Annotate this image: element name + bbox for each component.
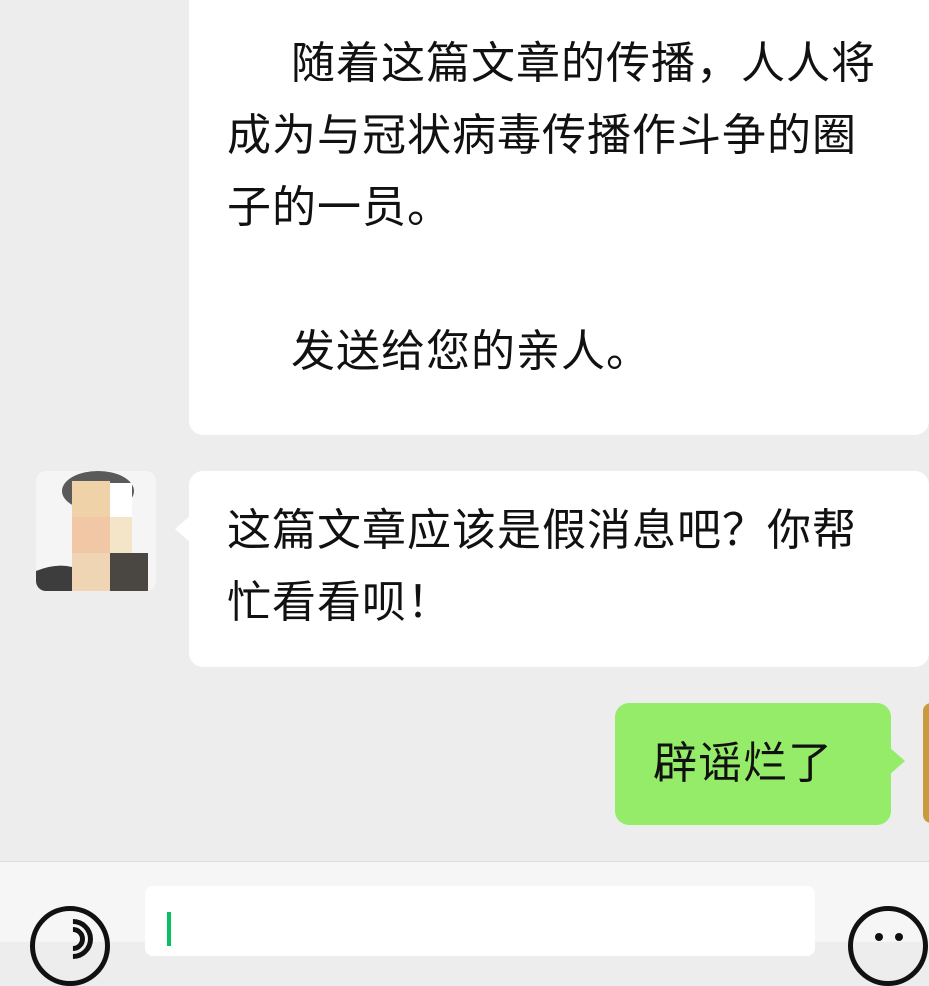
avatar[interactable]	[36, 471, 156, 591]
message-input[interactable]	[145, 886, 815, 956]
message-bubble-incoming[interactable]: 这篇文章应该是假消息吧？你帮忙看看呗！	[175, 471, 929, 667]
message-text: 这篇文章应该是假消息吧？你帮忙看看呗！	[227, 505, 857, 628]
message-bubble-outgoing[interactable]: 辟谣烂了	[615, 703, 905, 825]
chat-input-bar	[0, 861, 929, 986]
message-text: 随着这篇文章的传播，人人将成为与冠状病毒传播作斗争的圈子的一员。	[227, 38, 876, 233]
avatar-image	[36, 471, 156, 591]
voice-icon[interactable]	[30, 906, 110, 986]
message-text: 发送给您的亲人。	[291, 326, 651, 377]
emoji-icon[interactable]	[848, 906, 928, 986]
bubble-tail	[175, 515, 191, 543]
bubble-tail	[889, 747, 905, 775]
message-text: 辟谣烂了	[653, 738, 833, 789]
message-bubble-incoming[interactable]: 随着这篇文章的传播，人人将成为与冠状病毒传播作斗争的圈子的一员。 发送给您的亲人…	[189, 0, 929, 435]
self-avatar[interactable]	[923, 703, 929, 823]
